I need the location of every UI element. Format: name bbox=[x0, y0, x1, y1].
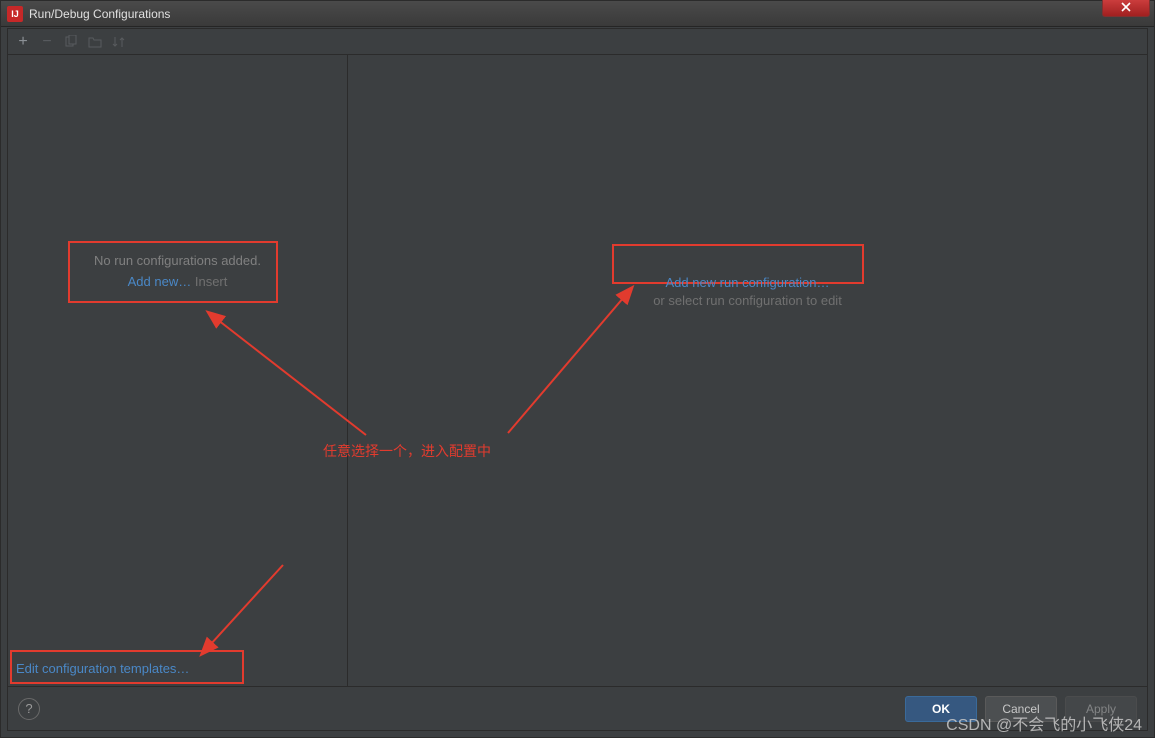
close-icon bbox=[1120, 1, 1132, 13]
config-editor-panel: Add new run configuration… or select run… bbox=[348, 55, 1147, 686]
empty-text: No run configurations added. bbox=[94, 253, 261, 268]
dialog-body: + − No run configurations added. Add new… bbox=[7, 28, 1148, 731]
config-toolbar: + − bbox=[8, 29, 1147, 55]
help-button[interactable]: ? bbox=[18, 698, 40, 720]
run-debug-config-dialog: IJ Run/Debug Configurations + − bbox=[0, 0, 1155, 738]
add-run-config-link[interactable]: Add new run configuration… bbox=[653, 275, 842, 290]
annotation-text: 任意选择一个，进入配置中 bbox=[323, 441, 491, 461]
config-tree-panel: No run configurations added. Add new… In… bbox=[8, 55, 348, 686]
window-title: Run/Debug Configurations bbox=[29, 7, 170, 21]
add-config-button[interactable]: + bbox=[14, 33, 32, 51]
app-icon: IJ bbox=[7, 6, 23, 22]
folder-icon bbox=[88, 36, 102, 48]
select-config-hint: or select run configuration to edit bbox=[653, 293, 842, 308]
add-new-link[interactable]: Add new… bbox=[128, 274, 192, 289]
main-area: No run configurations added. Add new… In… bbox=[8, 55, 1147, 686]
close-button[interactable] bbox=[1102, 0, 1150, 17]
copy-icon bbox=[64, 35, 78, 49]
edit-templates-link[interactable]: Edit configuration templates… bbox=[16, 661, 189, 676]
empty-config-message: No run configurations added. Add new… In… bbox=[94, 253, 261, 289]
folder-button[interactable] bbox=[86, 33, 104, 51]
insert-hint: Insert bbox=[195, 274, 228, 289]
watermark-text: CSDN @不会飞的小飞侠24 bbox=[946, 711, 1142, 735]
titlebar: IJ Run/Debug Configurations bbox=[1, 1, 1154, 27]
remove-config-button[interactable]: − bbox=[38, 33, 56, 51]
sort-button[interactable] bbox=[110, 33, 128, 51]
copy-config-button[interactable] bbox=[62, 33, 80, 51]
sort-icon bbox=[112, 36, 126, 48]
